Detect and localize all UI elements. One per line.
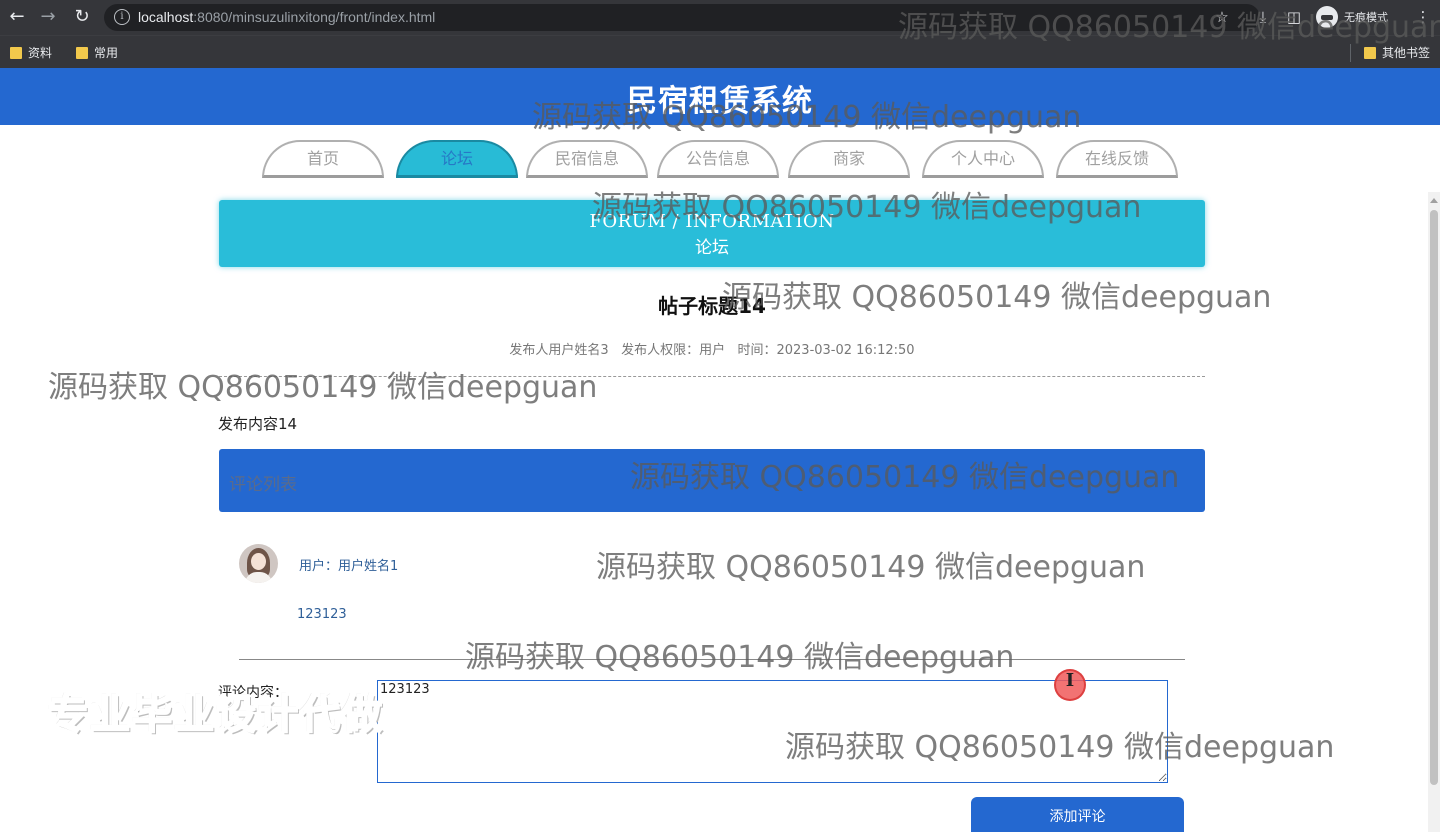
comment-author: 用户：用户姓名1 xyxy=(299,559,399,574)
comment-text: 123123 xyxy=(297,607,347,622)
bookmark-label: 其他书签 xyxy=(1382,46,1431,60)
nav-tab-feedback[interactable]: 在线反馈 xyxy=(1056,140,1178,178)
add-comment-button[interactable]: 添加评论 xyxy=(971,797,1184,832)
nav-tab-homestay-info[interactable]: 民宿信息 xyxy=(526,140,648,178)
forward-arrow-icon[interactable]: → xyxy=(36,5,60,29)
site-header: 民宿租赁系统 xyxy=(0,68,1440,125)
bookmark-folder-common[interactable]: 常用 xyxy=(76,44,118,61)
site-title: 民宿租赁系统 xyxy=(627,84,813,119)
folder-icon xyxy=(1364,46,1376,59)
site-info-icon[interactable]: i xyxy=(114,9,130,25)
post-title: 帖子标题14 xyxy=(658,294,766,318)
post-divider xyxy=(219,376,1205,377)
bookmark-star-icon[interactable]: ☆ xyxy=(1212,7,1232,27)
text-cursor-icon: I xyxy=(1065,670,1075,691)
nav-tab-forum[interactable]: 论坛 xyxy=(396,140,518,178)
nav-tab-personal-center[interactable]: 个人中心 xyxy=(922,140,1044,178)
incognito-label: 无痕模式 xyxy=(1344,12,1388,24)
avatar-face xyxy=(251,553,266,570)
menu-kebab-icon[interactable]: ⋮ xyxy=(1413,7,1433,27)
address-bar[interactable]: i localhost:8080/minsuzulinxitong/front/… xyxy=(104,4,1260,31)
incognito-indicator[interactable]: 无痕模式 xyxy=(1316,6,1388,28)
bookmark-label: 常用 xyxy=(94,46,119,60)
side-panel-icon[interactable]: ◫ xyxy=(1284,7,1304,27)
comments-title: 评论列表 xyxy=(229,475,297,495)
banner-english-title: FORUM / INFORMATION xyxy=(589,211,835,232)
bookmark-folder-resources[interactable]: 资料 xyxy=(10,44,52,61)
bookmarks-bar: 资料 常用 其他书签 xyxy=(0,35,1440,68)
page-scrollbar[interactable] xyxy=(1428,192,1440,832)
page-viewport: 民宿租赁系统 首页 论坛 民宿信息 公告信息 商家 个人中心 在线反馈 FORU… xyxy=(0,68,1440,832)
post-content: 发布内容14 xyxy=(218,415,298,433)
banner-chinese-title: 论坛 xyxy=(695,238,729,258)
comment-input[interactable] xyxy=(377,680,1168,783)
main-nav: 首页 论坛 民宿信息 公告信息 商家 个人中心 在线反馈 xyxy=(262,140,1182,178)
bookmark-folder-other[interactable]: 其他书签 xyxy=(1364,44,1430,61)
bookmarks-divider xyxy=(1350,44,1351,62)
comment-divider xyxy=(239,659,1185,660)
reload-icon[interactable]: ↻ xyxy=(70,5,94,29)
avatar xyxy=(239,544,278,583)
browser-toolbar: ← → ↻ i localhost:8080/minsuzulinxitong/… xyxy=(0,0,1440,35)
comments-header: 评论列表 xyxy=(219,449,1205,512)
section-banner: FORUM / INFORMATION 论坛 xyxy=(219,200,1205,267)
scroll-up-arrow-icon[interactable] xyxy=(1430,198,1438,203)
post-meta: 发布人用户姓名3 发布人权限：用户 时间：2023-03-02 16:12:50 xyxy=(509,343,915,358)
comment-field-label: 评论内容： xyxy=(218,685,288,701)
nav-tab-home[interactable]: 首页 xyxy=(262,140,384,178)
scroll-thumb[interactable] xyxy=(1430,210,1438,785)
incognito-icon xyxy=(1316,6,1338,28)
bookmark-label: 资料 xyxy=(28,46,53,60)
nav-tab-announcements[interactable]: 公告信息 xyxy=(657,140,779,178)
folder-icon xyxy=(76,46,88,59)
nav-tab-merchants[interactable]: 商家 xyxy=(788,140,910,178)
download-icon[interactable]: ⤓ xyxy=(1253,7,1273,27)
url-text: localhost:8080/minsuzulinxitong/front/in… xyxy=(138,9,436,25)
back-arrow-icon[interactable]: ← xyxy=(5,5,29,29)
folder-icon xyxy=(10,46,22,59)
